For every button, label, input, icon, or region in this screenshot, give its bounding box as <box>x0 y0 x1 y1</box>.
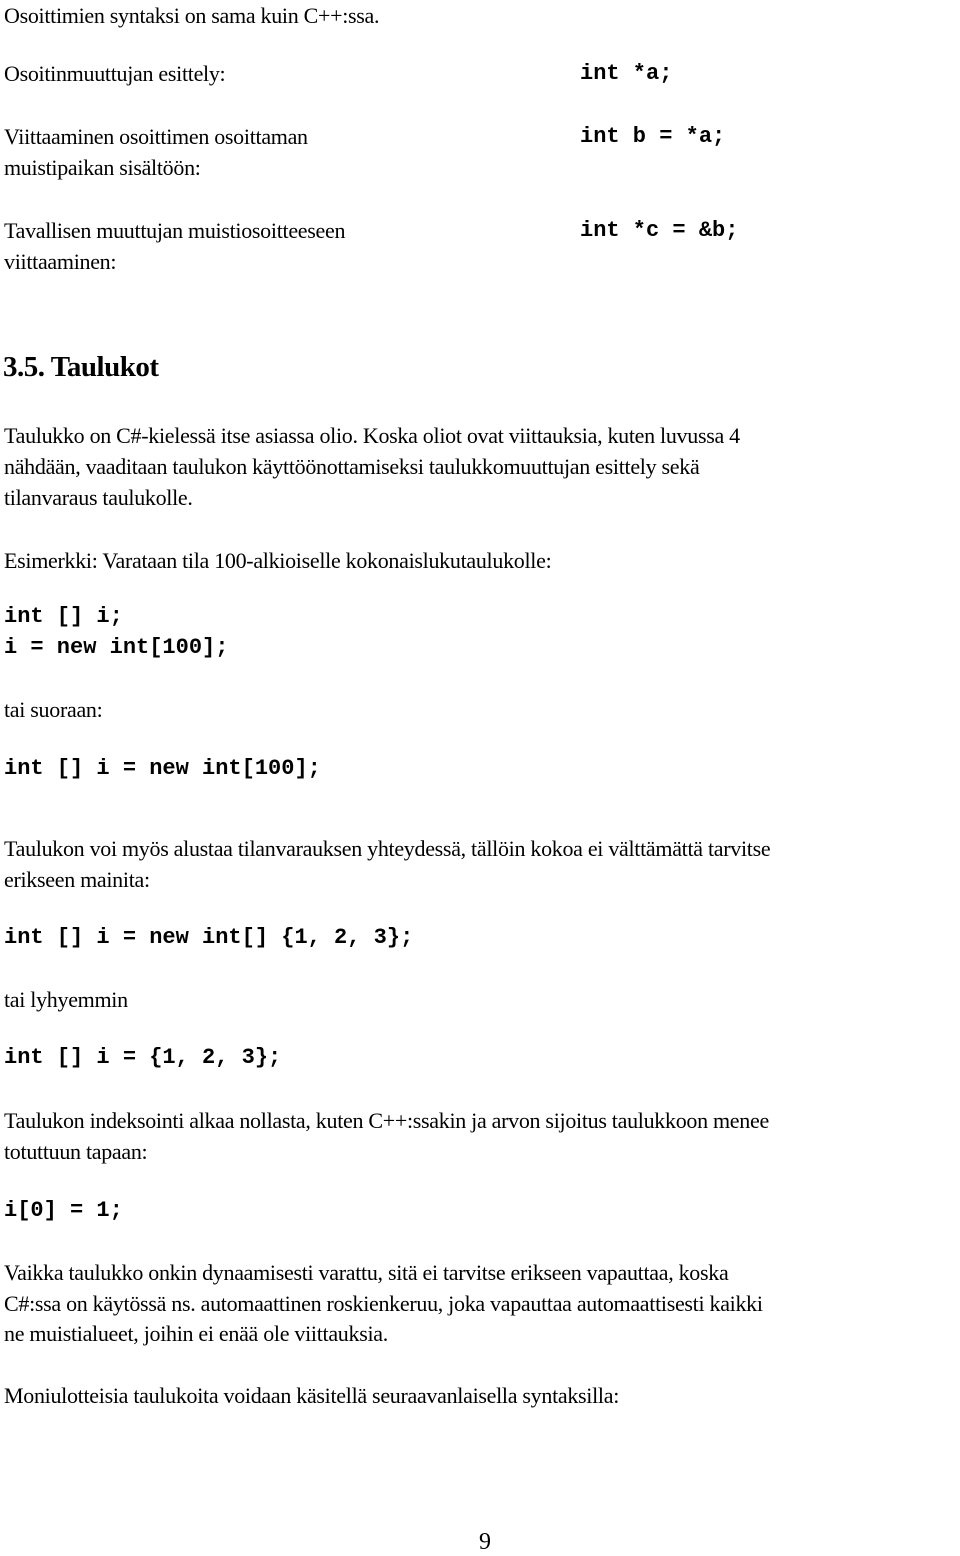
or-directly-text: tai suoraan: <box>4 697 103 722</box>
code-line: i = new int[100]; <box>4 635 229 660</box>
code-block-direct: int [] i = new int[100]; <box>4 756 321 781</box>
paragraph-line: C#:ssa on käytössä ns. automaattinen ros… <box>4 1291 763 1316</box>
paragraph-line: Taulukko on C#-kielessä itse asiassa oli… <box>4 423 740 448</box>
pointer-row-label: Viittaaminen osoittimen osoittaman <box>4 124 308 149</box>
code-block-short-initializer: int [] i = {1, 2, 3}; <box>4 1045 282 1070</box>
code-line: int [] i; <box>4 604 123 629</box>
pointer-row-code: int b = *a; <box>580 124 726 149</box>
paragraph-line: totuttuun tapaan: <box>4 1139 148 1164</box>
intro-text: Osoittimien syntaksi on sama kuin C++:ss… <box>4 3 380 28</box>
pointer-row-label-cont: viittaaminen: <box>4 249 117 274</box>
pointer-row-code: int *a; <box>580 61 673 86</box>
paragraph-line: nähdään, vaaditaan taulukon käyttöönotta… <box>4 454 700 479</box>
code-block-index-assignment: i[0] = 1; <box>4 1198 123 1223</box>
paragraph-line: Taulukon indeksointi alkaa nollasta, kut… <box>4 1108 769 1133</box>
paragraph-line: Vaikka taulukko onkin dynaamisesti varat… <box>4 1260 729 1285</box>
section-heading: 3.5. Taulukot <box>3 351 159 383</box>
code-block-initializer: int [] i = new int[] {1, 2, 3}; <box>4 925 414 950</box>
paragraph-line: Taulukon voi myös alustaa tilanvarauksen… <box>4 836 771 861</box>
example-intro: Esimerkki: Varataan tila 100-alkioiselle… <box>4 548 552 573</box>
paragraph-line: tilanvaraus taulukolle. <box>4 485 193 510</box>
page-number: 9 <box>479 1529 491 1555</box>
pointer-row-code: int *c = &b; <box>580 218 739 243</box>
paragraph-multidimensional: Moniulotteisia taulukoita voidaan käsite… <box>4 1383 620 1408</box>
or-shorter-text: tai lyhyemmin <box>4 987 128 1012</box>
pointer-row-label: Tavallisen muuttujan muistiosoitteeseen <box>4 218 346 243</box>
pointer-row-label-cont: muistipaikan sisältöön: <box>4 155 201 180</box>
paragraph-line: ne muistialueet, joihin ei enää ole viit… <box>4 1321 388 1346</box>
paragraph-line: erikseen mainita: <box>4 867 150 892</box>
pointer-row-label: Osoitinmuuttujan esittely: <box>4 61 226 86</box>
